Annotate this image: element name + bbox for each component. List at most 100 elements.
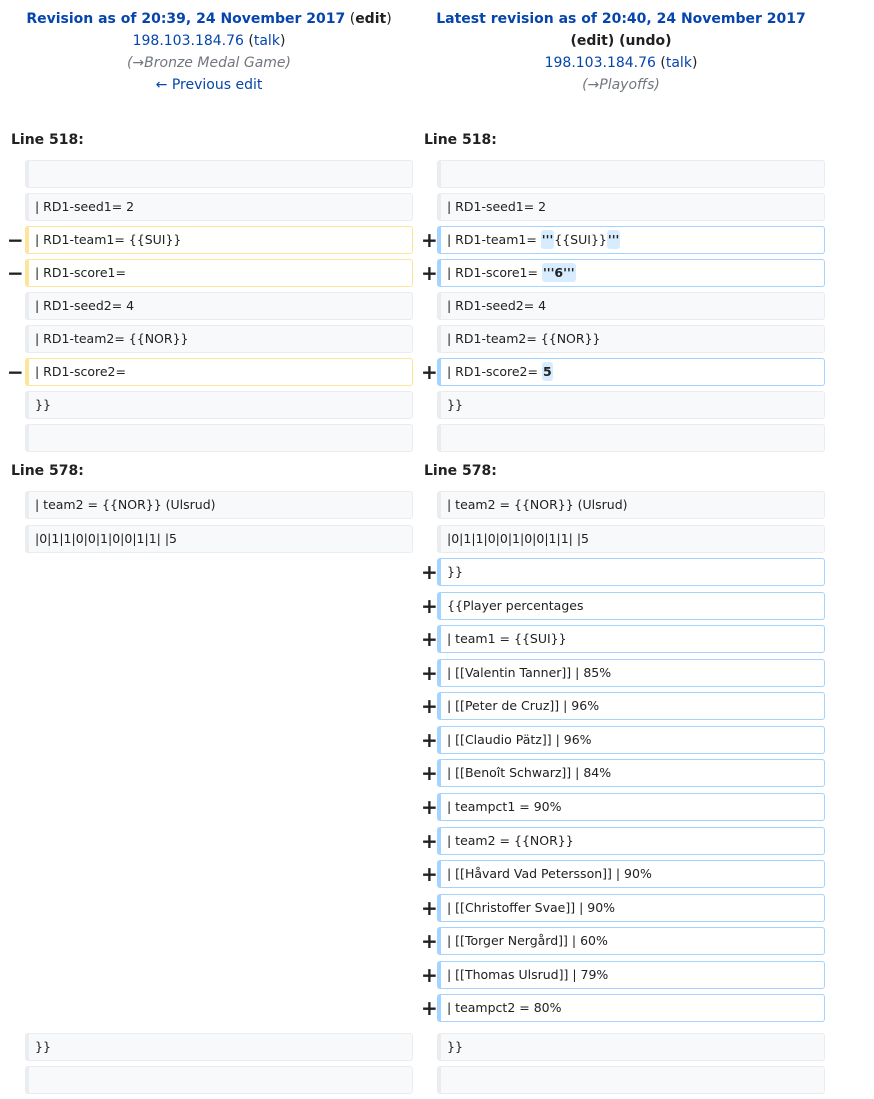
line-text: | RD1-score2= [35, 364, 126, 379]
diff-row: + | [[Torger Nergård]] | 60% [0, 927, 874, 956]
new-line-context: }} [437, 391, 825, 419]
diff-row: + | team2 = {{NOR}} [0, 827, 874, 856]
old-line-deleted: | RD1-team1= {{SUI}} [25, 226, 413, 254]
plus-marker-icon: + [421, 862, 438, 886]
new-line-context: | team2 = {{NOR}} (Ulsrud) [437, 491, 825, 519]
plus-marker-icon: + [421, 661, 438, 685]
new-line-context [437, 424, 825, 452]
line-text: | RD1-score1= [35, 265, 126, 280]
diff-row: + | [[Peter de Cruz]] | 96% [0, 692, 874, 721]
line-text: | RD1-team1= {{SUI}} [35, 232, 182, 247]
line-text: | team1 = {{SUI}} [447, 631, 567, 646]
old-line-context: |0|1|1|0|0|1|0|0|1|1| |5 [25, 525, 413, 553]
diff-row: | RD1-team2= {{NOR}} | RD1-team2= {{NOR}} [0, 325, 874, 354]
line-text: | [[Torger Nergård]] | 60% [447, 933, 608, 948]
new-edit-summary: (→Playoffs) [582, 77, 660, 93]
previous-edit-link[interactable]: ← Previous edit [156, 77, 263, 93]
new-line-added: }} [437, 558, 825, 586]
old-line-context [25, 160, 413, 188]
diff-row: + | [[Valentin Tanner]] | 85% [0, 659, 874, 688]
diff-row: + | teampct1 = 90% [0, 793, 874, 822]
plus-marker-icon: + [421, 728, 438, 752]
line-text: {{Player percentages [447, 598, 584, 613]
old-revision-link[interactable]: Revision as of 20:39, 24 November 2017 [26, 11, 345, 27]
new-line-context: | RD1-seed2= 4 [437, 292, 825, 320]
line-text: }} [35, 397, 51, 412]
line-text: | [[Claudio Pätz]] | 96% [447, 732, 592, 747]
plus-marker-icon: + [421, 761, 438, 785]
new-line-added: | teampct2 = 80% [437, 994, 825, 1022]
line-text: }} [447, 1039, 463, 1054]
diff-row: | RD1-seed1= 2 | RD1-seed1= 2 [0, 193, 874, 222]
line-text: }} [35, 1039, 51, 1054]
new-line-added: | RD1-score2= 5 [437, 358, 825, 386]
diff-row: | team2 = {{NOR}} (Ulsrud) | team2 = {{NO… [0, 491, 874, 520]
diff-row: + | teampct2 = 80% [0, 994, 874, 1023]
line-text: | RD1-seed1= 2 [447, 199, 547, 214]
plus-marker-icon: + [421, 560, 438, 584]
diff-row [0, 424, 874, 453]
plus-marker-icon: + [421, 261, 438, 285]
plus-marker-icon: + [421, 594, 438, 618]
new-line-added: | team2 = {{NOR}} [437, 827, 825, 855]
line-text: | RD1-seed1= 2 [35, 199, 135, 214]
plus-marker-icon: + [421, 228, 438, 252]
old-edit-link[interactable]: edit [355, 11, 386, 27]
new-line-added: | [[Torger Nergård]] | 60% [437, 927, 825, 955]
new-line-context: | RD1-seed1= 2 [437, 193, 825, 221]
left-line-number: Line 518: [11, 132, 84, 148]
new-line-added: | [[Christoffer Svae]] | 90% [437, 894, 825, 922]
old-talk-link[interactable]: talk [254, 33, 280, 49]
line-text: }} [447, 564, 463, 579]
old-line-deleted: | RD1-score1= [25, 259, 413, 287]
new-line-added: | [[Claudio Pätz]] | 96% [437, 726, 825, 754]
line-text: | [[Valentin Tanner]] | 85% [447, 665, 612, 680]
diff-row: + | [[Claudio Pätz]] | 96% [0, 726, 874, 755]
plus-marker-icon: + [421, 896, 438, 920]
new-line-added: | team1 = {{SUI}} [437, 625, 825, 653]
new-line-context: | RD1-team2= {{NOR}} [437, 325, 825, 353]
plus-marker-icon: + [421, 929, 438, 953]
old-line-context: }} [25, 1033, 413, 1061]
line-text: | teampct2 = 80% [447, 1000, 562, 1015]
line-text: | team2 = {{NOR}} (Ulsrud) [35, 497, 216, 512]
line-text: | [[Håvard Vad Petersson]] | 90% [447, 866, 652, 881]
new-line-added: | RD1-team1= '''{{SUI}}''' [437, 226, 825, 254]
diff-row [0, 160, 874, 189]
diff-row [0, 1066, 874, 1095]
inline-change: ''' [606, 230, 621, 249]
new-line-context [437, 160, 825, 188]
new-line-added: | [[Håvard Vad Petersson]] | 90% [437, 860, 825, 888]
minus-marker-icon: − [7, 360, 24, 384]
plus-marker-icon: + [421, 360, 438, 384]
line-text: {{SUI}} [554, 232, 607, 247]
old-user-link[interactable]: 198.103.184.76 [133, 33, 244, 49]
diff-row: + {{Player percentages [0, 592, 874, 621]
new-line-context [437, 1066, 825, 1094]
undo-link[interactable]: undo [626, 33, 666, 49]
line-text: | [[Peter de Cruz]] | 96% [447, 698, 600, 713]
new-line-context: }} [437, 1033, 825, 1061]
line-text: | teampct1 = 90% [447, 799, 562, 814]
line-text: |0|1|1|0|0|1|0|0|1|1| |5 [447, 531, 589, 546]
diff-row: + | team1 = {{SUI}} [0, 625, 874, 654]
diff-row: | RD1-seed2= 4 | RD1-seed2= 4 [0, 292, 874, 321]
old-line-context: | team2 = {{NOR}} (Ulsrud) [25, 491, 413, 519]
line-text: | RD1-score1= [447, 265, 542, 280]
new-line-added: {{Player percentages [437, 592, 825, 620]
minus-marker-icon: − [7, 261, 24, 285]
new-talk-link[interactable]: talk [666, 55, 692, 71]
new-revision-link[interactable]: Latest revision as of 20:40, 24 November… [436, 11, 806, 27]
line-text: | RD1-team2= {{NOR}} [447, 331, 601, 346]
line-text: | RD1-score2= [447, 364, 542, 379]
new-line-added: | RD1-score1= '''6''' [437, 259, 825, 287]
line-text: }} [447, 397, 463, 412]
diff-row: + | [[Christoffer Svae]] | 90% [0, 894, 874, 923]
plus-marker-icon: + [421, 996, 438, 1020]
new-edit-link[interactable]: edit [577, 33, 608, 49]
diff-row: − | RD1-score2= + | RD1-score2= 5 [0, 358, 874, 387]
new-line-context: |0|1|1|0|0|1|0|0|1|1| |5 [437, 525, 825, 553]
new-user-link[interactable]: 198.103.184.76 [545, 55, 656, 71]
old-line-context: | RD1-seed1= 2 [25, 193, 413, 221]
old-line-context [25, 1066, 413, 1094]
